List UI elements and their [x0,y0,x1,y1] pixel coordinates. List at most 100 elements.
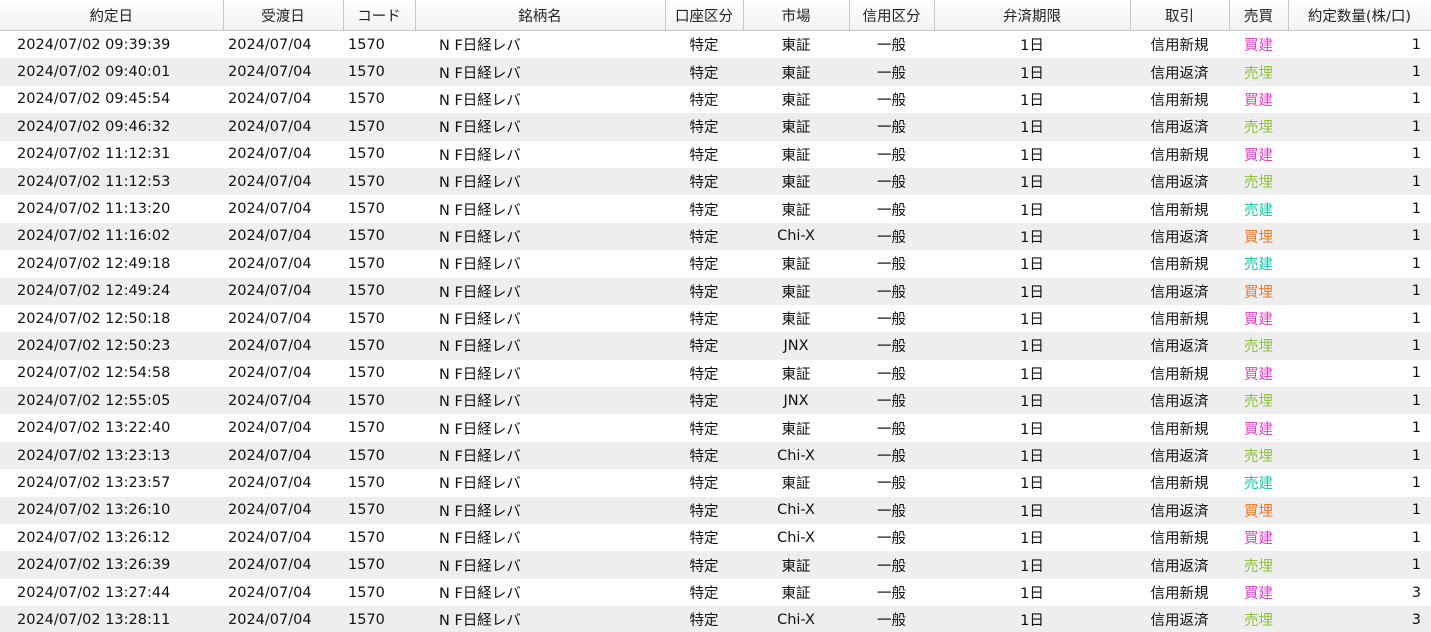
market-cell: 東証 [743,359,849,388]
table-row[interactable]: 2024/07/02 09:46:32 2024/07/04 1570 N F日経レバ… [0,113,1431,141]
column-header-security-name[interactable]: 銘柄名 [415,0,666,31]
security-name-cell: N F日経レバ [415,195,665,223]
credit-type-cell: 一般 [849,222,934,251]
execution-history-table: 約定日 受渡日 コード 銘柄名 口座区分 市場 信用区分 弁済期限 取引 売買 … [0,0,1431,632]
column-header-buy-sell[interactable]: 売買 [1229,0,1289,31]
table-row[interactable]: 2024/07/02 12:49:18 2024/07/04 1570 N F日経レバ… [0,250,1431,278]
transaction-cell: 信用新規 [1130,414,1229,442]
repayment-deadline-cell: 1日 [934,441,1130,470]
settlement-date-cell: 2024/07/04 [223,140,343,168]
table-row[interactable]: 2024/07/02 12:50:23 2024/07/04 1570 N F日経レバ… [0,332,1431,360]
credit-type-cell: 一般 [849,195,934,223]
execution-date-cell: 2024/07/02 13:23:57 [0,469,223,497]
code-cell: 1570 [343,140,415,168]
table-row[interactable]: 2024/07/02 13:27:44 2024/07/04 1570 N F日経レバ… [0,578,1431,607]
security-name-cell: N F日経レバ [415,113,665,141]
settlement-date-cell: 2024/07/04 [223,606,343,632]
execution-date-cell: 2024/07/02 13:23:13 [0,441,223,470]
quantity-cell: 1 [1288,58,1431,86]
table-row[interactable]: 2024/07/02 11:12:31 2024/07/04 1570 N F日経レバ… [0,140,1431,168]
table-row[interactable]: 2024/07/02 09:39:39 2024/07/04 1570 N F日経レバ… [0,30,1431,59]
settlement-date-cell: 2024/07/04 [223,58,343,86]
security-name-cell: N F日経レバ [415,578,665,607]
execution-date-cell: 2024/07/02 11:12:53 [0,167,223,196]
table-row[interactable]: 2024/07/02 12:54:58 2024/07/04 1570 N F日経レバ… [0,359,1431,388]
column-header-quantity[interactable]: 約定数量(株/口) [1288,0,1431,31]
settlement-date-cell: 2024/07/04 [223,469,343,497]
settlement-date-cell: 2024/07/04 [223,578,343,607]
settlement-date-cell: 2024/07/04 [223,387,343,415]
repayment-deadline-cell: 1日 [934,304,1130,333]
market-cell: 東証 [743,578,849,607]
table-row[interactable]: 2024/07/02 13:22:40 2024/07/04 1570 N F日経レバ… [0,414,1431,442]
quantity-cell: 3 [1288,606,1431,632]
execution-date-cell: 2024/07/02 12:49:18 [0,250,223,278]
column-header-account-type[interactable]: 口座区分 [665,0,744,31]
account-type-cell: 特定 [665,85,743,114]
table-row[interactable]: 2024/07/02 13:28:11 2024/07/04 1570 N F日経レバ… [0,606,1431,632]
quantity-cell: 1 [1288,332,1431,360]
column-header-settlement-date[interactable]: 受渡日 [223,0,344,31]
column-header-execution-date[interactable]: 約定日 [0,0,224,31]
execution-date-cell: 2024/07/02 13:28:11 [0,606,223,632]
security-name-cell: N F日経レバ [415,441,665,470]
table-row[interactable]: 2024/07/02 09:40:01 2024/07/04 1570 N F日経レバ… [0,58,1431,86]
credit-type-cell: 一般 [849,332,934,360]
table-row[interactable]: 2024/07/02 12:50:18 2024/07/04 1570 N F日経レバ… [0,304,1431,333]
transaction-cell: 信用返済 [1130,387,1229,415]
code-cell: 1570 [343,606,415,632]
buy-sell-cell: 売埋 [1229,332,1288,360]
credit-type-cell: 一般 [849,58,934,86]
table-row[interactable]: 2024/07/02 13:26:10 2024/07/04 1570 N F日経レバ… [0,496,1431,525]
buy-sell-cell: 買建 [1229,30,1288,59]
table-row[interactable]: 2024/07/02 13:26:39 2024/07/04 1570 N F日経レバ… [0,551,1431,579]
code-cell: 1570 [343,578,415,607]
table-row[interactable]: 2024/07/02 11:13:20 2024/07/04 1570 N F日経レバ… [0,195,1431,223]
column-header-code[interactable]: コード [343,0,416,31]
credit-type-cell: 一般 [849,250,934,278]
security-name-cell: N F日経レバ [415,606,665,632]
table-row[interactable]: 2024/07/02 13:26:12 2024/07/04 1570 N F日経レバ… [0,524,1431,552]
settlement-date-cell: 2024/07/04 [223,222,343,251]
buy-sell-cell: 売埋 [1229,551,1288,579]
transaction-cell: 信用返済 [1130,606,1229,632]
quantity-cell: 1 [1288,304,1431,333]
buy-sell-cell: 買建 [1229,524,1288,552]
table-row[interactable]: 2024/07/02 11:16:02 2024/07/04 1570 N F日経レバ… [0,222,1431,251]
quantity-cell: 1 [1288,250,1431,278]
column-header-repayment-deadline[interactable]: 弁済期限 [934,0,1131,31]
buy-sell-cell: 買建 [1229,140,1288,168]
code-cell: 1570 [343,469,415,497]
repayment-deadline-cell: 1日 [934,167,1130,196]
table-row[interactable]: 2024/07/02 13:23:13 2024/07/04 1570 N F日経レバ… [0,441,1431,470]
repayment-deadline-cell: 1日 [934,524,1130,552]
table-row[interactable]: 2024/07/02 13:23:57 2024/07/04 1570 N F日経レバ… [0,469,1431,497]
account-type-cell: 特定 [665,578,743,607]
column-header-market[interactable]: 市場 [743,0,850,31]
table-row[interactable]: 2024/07/02 09:45:54 2024/07/04 1570 N F日経レバ… [0,85,1431,114]
quantity-cell: 1 [1288,167,1431,196]
settlement-date-cell: 2024/07/04 [223,277,343,305]
settlement-date-cell: 2024/07/04 [223,304,343,333]
code-cell: 1570 [343,222,415,251]
code-cell: 1570 [343,30,415,59]
execution-date-cell: 2024/07/02 11:12:31 [0,140,223,168]
credit-type-cell: 一般 [849,441,934,470]
credit-type-cell: 一般 [849,167,934,196]
quantity-cell: 1 [1288,85,1431,114]
table-row[interactable]: 2024/07/02 12:49:24 2024/07/04 1570 N F日経レバ… [0,277,1431,305]
table-row[interactable]: 2024/07/02 12:55:05 2024/07/04 1570 N F日経レバ… [0,387,1431,415]
column-header-transaction[interactable]: 取引 [1130,0,1230,31]
transaction-cell: 信用新規 [1130,30,1229,59]
settlement-date-cell: 2024/07/04 [223,524,343,552]
column-header-credit-type[interactable]: 信用区分 [849,0,935,31]
repayment-deadline-cell: 1日 [934,277,1130,305]
market-cell: Chi-X [743,524,849,552]
market-cell: 東証 [743,195,849,223]
credit-type-cell: 一般 [849,496,934,525]
table-row[interactable]: 2024/07/02 11:12:53 2024/07/04 1570 N F日経レバ… [0,167,1431,196]
repayment-deadline-cell: 1日 [934,496,1130,525]
execution-date-cell: 2024/07/02 13:26:10 [0,496,223,525]
market-cell: 東証 [743,551,849,579]
code-cell: 1570 [343,496,415,525]
